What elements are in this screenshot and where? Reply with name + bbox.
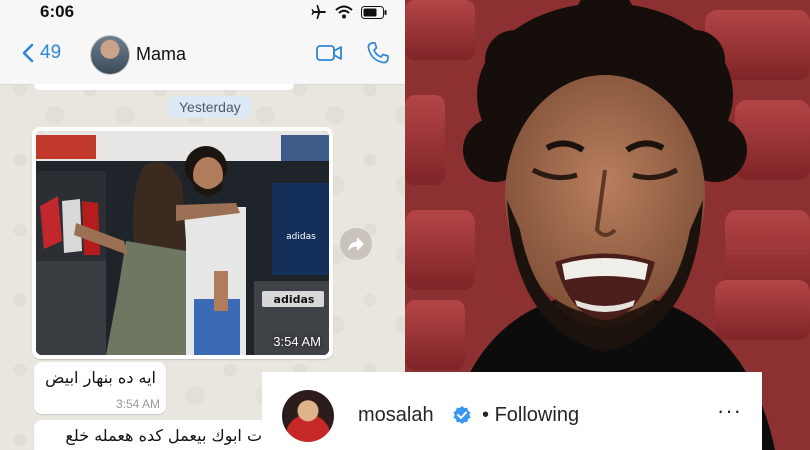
status-time: 6:06 xyxy=(40,2,75,21)
adidas-sign-front: adidas xyxy=(274,293,315,306)
forward-icon xyxy=(348,237,364,251)
bullet-separator: • xyxy=(482,404,490,426)
chevron-left-icon xyxy=(22,43,34,63)
back-button[interactable]: 49 xyxy=(22,42,61,64)
video-call-icon[interactable] xyxy=(316,44,342,62)
status-bar: 6:06 xyxy=(0,0,405,26)
instagram-avatar[interactable] xyxy=(282,390,334,442)
battery-icon xyxy=(361,5,387,19)
forward-button[interactable] xyxy=(340,228,372,260)
photo-timestamp: 3:54 AM xyxy=(273,334,321,349)
contact-avatar[interactable] xyxy=(90,35,130,75)
adidas-sign-shirt: adidas xyxy=(286,232,316,242)
following-label: Following xyxy=(494,404,580,426)
store-photo-image: adidas adidas xyxy=(36,131,329,355)
previous-message-bubble xyxy=(34,84,294,90)
phone-icon[interactable] xyxy=(366,41,390,65)
status-icons xyxy=(311,4,387,20)
contact-name[interactable]: Mama xyxy=(136,44,186,65)
message-timestamp: 3:54 AM xyxy=(115,397,160,411)
message-text: ت ابوك بيعمل كده هعمله خلع xyxy=(65,426,262,445)
date-separator: Yesterday xyxy=(168,96,252,118)
follow-status[interactable]: • Following xyxy=(482,404,579,427)
photo-message[interactable]: adidas adidas 3:54 AM xyxy=(32,127,333,359)
verified-badge-icon xyxy=(453,406,471,424)
store-photo[interactable]: adidas adidas 3:54 AM xyxy=(36,131,329,355)
message-text: ايه ده بنهار ابيض xyxy=(45,368,156,387)
wifi-icon xyxy=(335,5,353,19)
more-icon[interactable]: ··· xyxy=(717,398,742,424)
text-message[interactable]: ايه ده بنهار ابيض 3:54 AM xyxy=(34,362,166,414)
instagram-header-strip: mosalah • Following ··· xyxy=(262,372,762,450)
text-message[interactable]: ت ابوك بيعمل كده هعمله خلع xyxy=(34,420,274,450)
chat-header: 49 Mama xyxy=(0,26,405,85)
airplane-icon xyxy=(311,5,326,19)
instagram-username[interactable]: mosalah xyxy=(358,404,434,427)
unread-count: 49 xyxy=(40,42,62,63)
